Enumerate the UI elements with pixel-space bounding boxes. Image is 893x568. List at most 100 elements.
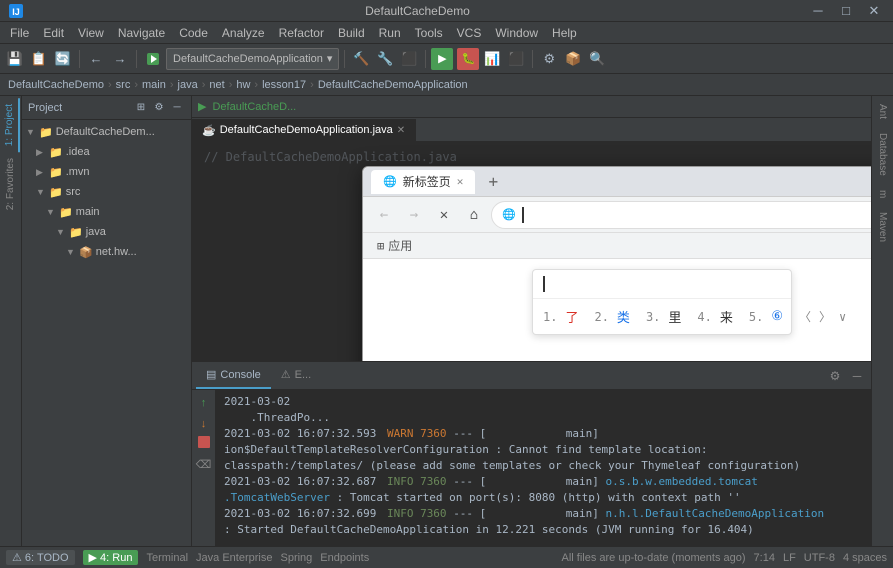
coverage-btn[interactable]: 📊 (481, 48, 503, 70)
stop-run-btn[interactable]: ⬛ (505, 48, 527, 70)
tree-root[interactable]: ▼ 📁 DefaultCacheDem... (22, 122, 191, 142)
run-button[interactable]: ▶ (431, 48, 453, 70)
breadcrumb-item-1[interactable]: src (116, 79, 131, 91)
sidebar-tab-project[interactable]: 1: Project (1, 98, 20, 152)
bookmark-apps[interactable]: ⊞ 应用 (371, 235, 418, 256)
build-btn[interactable]: 🔨 (350, 48, 372, 70)
console-clear-btn[interactable]: ⌫ (195, 455, 213, 473)
browser-home-btn[interactable]: ⌂ (461, 202, 487, 228)
todo-tab-btn[interactable]: ⚠ 6: TODO (6, 550, 75, 565)
breadcrumb-item-2[interactable]: main (142, 79, 166, 91)
project-panel-gear-btn[interactable]: ⚙ (151, 100, 167, 116)
search-btn[interactable]: 🔍 (586, 48, 608, 70)
right-tab-m[interactable]: m (874, 184, 891, 204)
terminal-tab-btn[interactable]: Terminal (146, 552, 188, 564)
status-position[interactable]: 7:14 (754, 552, 775, 564)
right-tab-ant[interactable]: Ant (874, 98, 891, 125)
window-title: DefaultCacheDemo (28, 4, 807, 18)
browser-forward-btn[interactable]: → (401, 202, 427, 228)
tree-nethw[interactable]: ▼ 📦 net.hw... (22, 242, 191, 262)
tree-idea[interactable]: ▶ 📁 .idea (22, 142, 191, 162)
menu-tools[interactable]: Tools (409, 24, 449, 42)
bp-tab-console[interactable]: ▤ Console (196, 363, 271, 389)
menu-vcs[interactable]: VCS (451, 24, 488, 42)
app-icon: IJ (8, 3, 24, 19)
errors-tab-icon: ⚠ (281, 368, 291, 381)
suggestion-text-1: 类 (617, 307, 630, 326)
sdk-btn[interactable]: 📦 (562, 48, 584, 70)
run-tab-btn[interactable]: ▶ 4: Run (83, 550, 139, 565)
endpoints-tab-btn[interactable]: Endpoints (320, 552, 369, 564)
status-line-ending[interactable]: LF (783, 552, 796, 564)
browser-address-bar[interactable]: 🌐 ★ 👤 ⋮ (491, 201, 871, 229)
console-scroll-down-btn[interactable]: ↓ (195, 415, 213, 433)
tree-java[interactable]: ▼ 📁 java (22, 222, 191, 242)
sync-btn[interactable]: 🔄 (52, 48, 74, 70)
breadcrumb-item-3[interactable]: java (178, 79, 198, 91)
menu-code[interactable]: Code (173, 24, 214, 42)
run-config-dropdown[interactable]: DefaultCacheDemoApplication ▾ (166, 48, 339, 70)
menu-file[interactable]: File (4, 24, 35, 42)
ide-window: IJ DefaultCacheDemo ─ □ ✕ File Edit View… (0, 0, 893, 568)
minimize-button[interactable]: ─ (807, 0, 829, 22)
status-encoding[interactable]: UTF-8 (804, 552, 835, 564)
menu-window[interactable]: Window (489, 24, 544, 42)
editor-tab-main[interactable]: ☕ DefaultCacheDemoApplication.java ✕ (192, 119, 416, 141)
editor-tab-close-btn[interactable]: ✕ (397, 125, 405, 136)
browser-reload-btn[interactable]: ✕ (431, 202, 457, 228)
suggestion-num-1: 2. (594, 310, 608, 324)
menu-run[interactable]: Run (373, 24, 407, 42)
right-tab-maven[interactable]: Maven (874, 206, 891, 248)
menu-navigate[interactable]: Navigate (112, 24, 171, 42)
menu-analyze[interactable]: Analyze (216, 24, 271, 42)
menu-refactor[interactable]: Refactor (273, 24, 330, 42)
stop-build-btn[interactable]: ⬛ (398, 48, 420, 70)
save-btn[interactable]: 💾 (4, 48, 26, 70)
sidebar-tab-favorites[interactable]: 2: Favorites (2, 152, 19, 216)
suggestion-num-4: 5. (749, 310, 763, 324)
status-indent[interactable]: 4 spaces (843, 552, 887, 564)
breadcrumb-item-7[interactable]: DefaultCacheDemoApplication (318, 79, 468, 91)
project-panel-expand-btn[interactable]: ⊞ (133, 100, 149, 116)
spring-tab-btn[interactable]: Spring (280, 552, 312, 564)
maximize-button[interactable]: □ (835, 0, 857, 22)
close-button[interactable]: ✕ (863, 0, 885, 22)
console-stop-btn[interactable] (198, 436, 210, 448)
settings-btn[interactable]: ⚙ (538, 48, 560, 70)
java-enterprise-tab-btn[interactable]: Java Enterprise (196, 552, 272, 564)
suggestion-item-0[interactable]: 1. 了 2. 类 3. 里 4. 来 5. ⑥ (533, 303, 791, 330)
browser-tab-newtab[interactable]: 🌐 新标签页 ✕ (371, 170, 475, 194)
tree-main[interactable]: ▼ 📁 main (22, 202, 191, 222)
breadcrumb-item-5[interactable]: hw (236, 79, 250, 91)
browser-back-btn[interactable]: ← (371, 202, 397, 228)
browser-tab-close-btn[interactable]: ✕ (457, 175, 464, 188)
suggestion-next-btn[interactable]: 〉 (819, 308, 831, 325)
breadcrumb-item-6[interactable]: lesson17 (262, 79, 306, 91)
bp-minimize-btn[interactable]: ─ (847, 366, 867, 386)
rebuild-btn[interactable]: 🔧 (374, 48, 396, 70)
menu-view[interactable]: View (72, 24, 110, 42)
browser-new-tab-btn[interactable]: + (479, 168, 507, 196)
tree-src[interactable]: ▼ 📁 src (22, 182, 191, 202)
menu-build[interactable]: Build (332, 24, 371, 42)
save-all-btn[interactable]: 📋 (28, 48, 50, 70)
suggestion-expand-btn[interactable]: ∨ (839, 310, 846, 324)
breadcrumb-item-0[interactable]: DefaultCacheDemo (8, 79, 104, 91)
tree-mvn[interactable]: ▶ 📁 .mvn (22, 162, 191, 182)
tree-label-root: DefaultCacheDem... (56, 126, 155, 138)
breadcrumb-item-4[interactable]: net (209, 79, 224, 91)
search-input-area[interactable] (533, 270, 791, 298)
back-btn[interactable]: ← (85, 48, 107, 70)
project-panel-settings-btn[interactable]: ─ (169, 100, 185, 116)
breadcrumb-sep-4: › (202, 79, 206, 91)
menu-help[interactable]: Help (546, 24, 583, 42)
separator-3 (344, 50, 345, 68)
forward-btn[interactable]: → (109, 48, 131, 70)
menu-edit[interactable]: Edit (37, 24, 70, 42)
bp-gear-btn[interactable]: ⚙ (825, 366, 845, 386)
right-tab-database[interactable]: Database (874, 127, 891, 182)
debug-button[interactable]: 🐛 (457, 48, 479, 70)
suggestion-prev-btn[interactable]: 〈 (799, 308, 811, 325)
bp-tab-errors[interactable]: ⚠ E... (271, 363, 321, 389)
console-scroll-up-btn[interactable]: ↑ (195, 394, 213, 412)
